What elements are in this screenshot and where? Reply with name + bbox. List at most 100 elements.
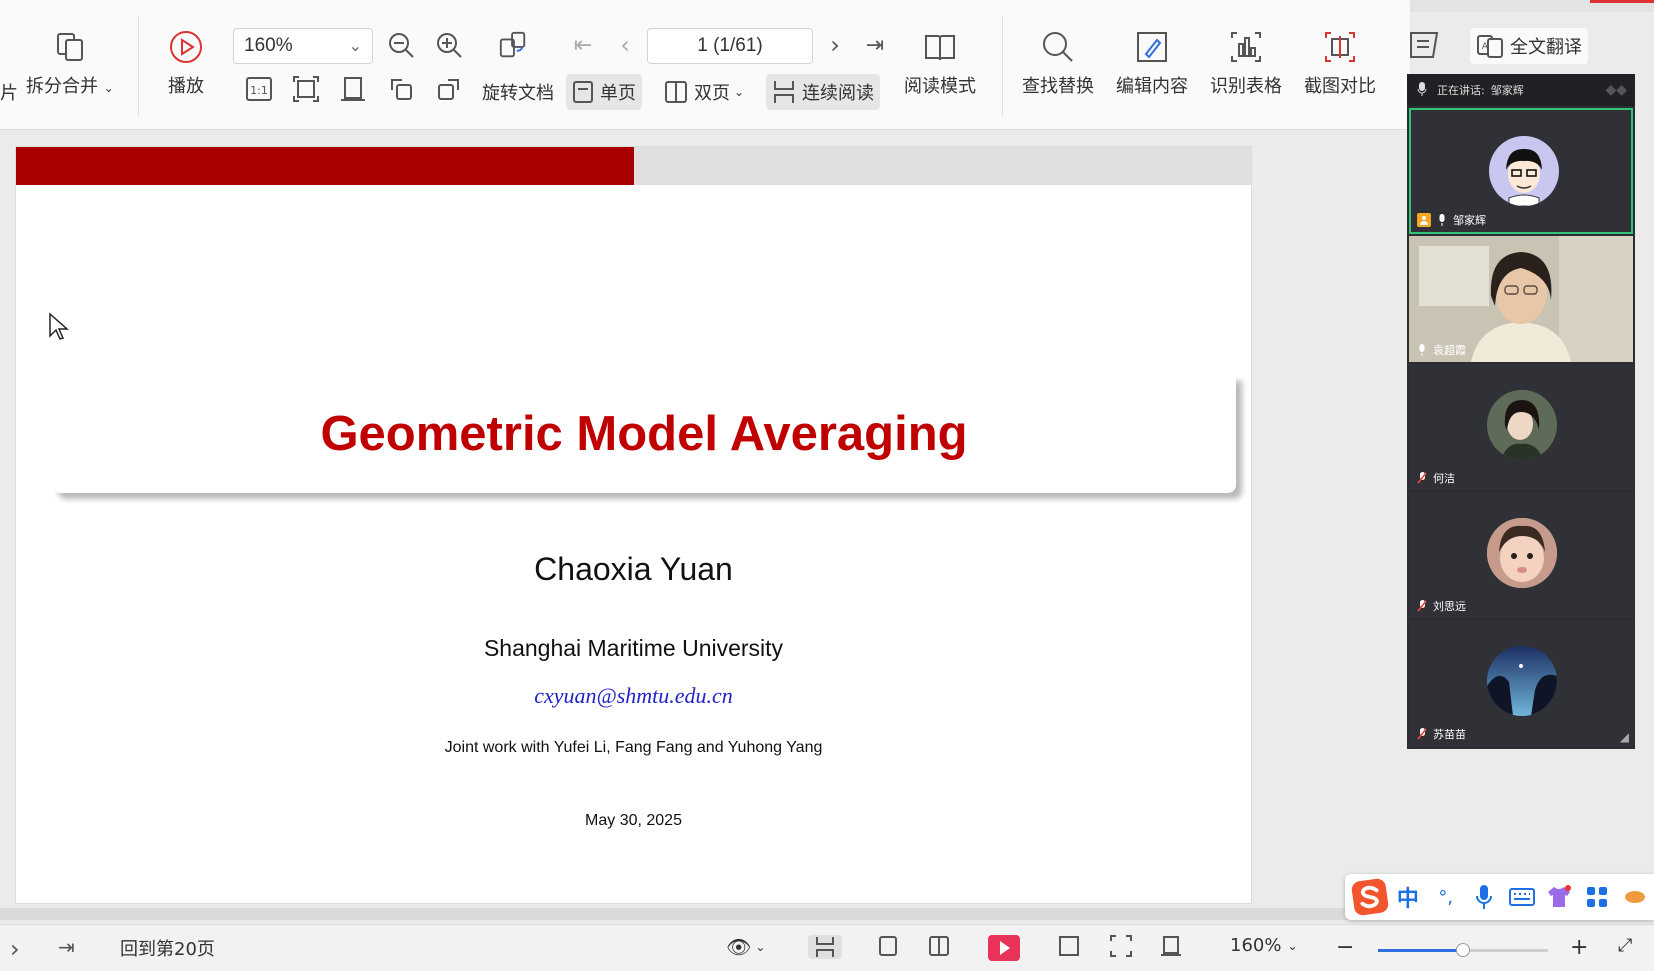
full-translate-button[interactable]: A 全文翻译: [1470, 28, 1588, 64]
sogou-logo-icon[interactable]: [1351, 877, 1389, 917]
participant-tile[interactable]: 苏苗苗 ◢: [1409, 620, 1633, 746]
microphone-icon: [1415, 343, 1429, 357]
zoom-in-button[interactable]: [434, 30, 464, 60]
page-number-input[interactable]: [647, 28, 813, 64]
ime-voice-button[interactable]: [1465, 877, 1503, 917]
goto-page-button[interactable]: 回到第20页: [120, 935, 215, 961]
fit-width-button[interactable]: [338, 74, 368, 104]
continuous-reading-button[interactable]: 连续阅读: [766, 74, 880, 110]
zoom-in-status-button[interactable]: +: [1570, 935, 1588, 960]
ime-mode-button[interactable]: 中: [1389, 877, 1427, 917]
panel-layout-icon[interactable]: ◆◆: [1605, 82, 1627, 98]
fullscreen-icon: ⤢: [1618, 935, 1633, 956]
continuous-reading-icon: [774, 81, 794, 103]
rotate-document-button[interactable]: 旋转文档: [470, 74, 560, 110]
actual-size-icon: [1059, 936, 1079, 956]
participant-tile[interactable]: 邹家辉: [1409, 108, 1633, 234]
ime-punct-label: °,: [1438, 886, 1454, 908]
first-page-icon: ⇤: [573, 32, 593, 58]
svg-text:A: A: [1482, 42, 1489, 52]
continuous-view-button[interactable]: [808, 935, 842, 959]
slide-affiliation: Shanghai Maritime University: [483, 635, 784, 661]
participant-name-tag: 何洁: [1415, 470, 1455, 486]
participant-name-tag: 刘思远: [1415, 598, 1466, 614]
chevron-down-icon: ⌄: [1287, 938, 1298, 953]
ime-keyboard-button[interactable]: [1503, 877, 1541, 917]
actual-size-status-button[interactable]: [1058, 935, 1080, 957]
single-view-button[interactable]: [878, 935, 898, 957]
translate-doc-button[interactable]: [1406, 30, 1444, 60]
fit-width-status-button[interactable]: [1160, 935, 1182, 957]
zoom-status-value: 160%: [1230, 935, 1282, 956]
chevron-right-icon: ›: [830, 31, 840, 59]
single-page-label: 单页: [600, 83, 636, 104]
last-page-button[interactable]: ⇥: [860, 30, 890, 60]
screenshot-compare-button[interactable]: 截图对比: [1304, 30, 1376, 98]
screenshot-compare-icon: [1323, 30, 1357, 64]
double-view-button[interactable]: [928, 935, 950, 957]
last-page-status-button[interactable]: ⇥: [58, 935, 75, 959]
translate-doc-icon: [1410, 32, 1439, 58]
participant-tile[interactable]: 何洁: [1409, 364, 1633, 490]
double-page-icon: [929, 936, 949, 956]
status-bar: › ⇥ 回到第20页 👁 ⌄ 160% ⌄ − + ⤢: [0, 924, 1654, 971]
first-page-button[interactable]: ⇤: [568, 30, 598, 60]
ime-skin-button[interactable]: [1540, 877, 1578, 917]
next-page-button[interactable]: ›: [820, 30, 850, 60]
keyboard-icon: [1508, 888, 1535, 906]
split-merge-label: 拆分合并: [26, 76, 98, 97]
recognize-table-button[interactable]: 识别表格: [1210, 30, 1282, 98]
chevron-left-icon: ‹: [620, 31, 630, 59]
edit-content-button[interactable]: 编辑内容: [1116, 30, 1188, 98]
chevron-down-icon: ⌄: [734, 85, 745, 99]
ime-extra-button[interactable]: [1616, 877, 1654, 917]
ime-toolbox-button[interactable]: [1578, 877, 1616, 917]
zoom-out-status-button[interactable]: −: [1336, 935, 1354, 960]
reading-mode-button[interactable]: 阅读模式: [904, 30, 976, 98]
continuous-reading-icon: [816, 937, 834, 957]
mouse-cursor-icon: [49, 312, 69, 340]
reading-mode-label: 阅读模式: [904, 76, 976, 97]
fit-page-button[interactable]: [291, 74, 321, 104]
zoom-select[interactable]: 160% ⌄: [233, 28, 373, 64]
microphone-icon: [1417, 81, 1427, 99]
actual-size-button[interactable]: 1:1: [244, 74, 274, 104]
close-indicator: [1590, 0, 1654, 3]
find-replace-button[interactable]: 查找替换: [1022, 30, 1094, 98]
slide-email: cxyuan@shmtu.edu.cn: [534, 683, 733, 708]
microphone-icon: [1435, 213, 1449, 227]
double-page-button[interactable]: 双页 ⌄: [658, 74, 750, 110]
fit-page-status-button[interactable]: [1110, 935, 1132, 957]
host-icon: [1417, 213, 1431, 227]
participant-avatar: [1487, 390, 1557, 460]
double-page-label: 双页: [694, 83, 730, 104]
rotate-document-top-button[interactable]: [498, 30, 528, 60]
play-button[interactable]: 播放: [168, 30, 204, 98]
zoom-slider[interactable]: [1378, 943, 1548, 957]
rotate-right-button[interactable]: [434, 74, 464, 104]
participant-avatar: [1487, 646, 1557, 716]
rotate-left-icon: [391, 79, 412, 100]
participant-name-tag: 苏苗苗: [1415, 726, 1466, 742]
fullscreen-button[interactable]: ⤢: [1618, 935, 1632, 956]
next-page-status-button[interactable]: ›: [10, 935, 20, 963]
single-page-button[interactable]: 单页: [566, 74, 642, 110]
participant-name-tag: 袁超霞: [1415, 342, 1466, 358]
rotate-left-button[interactable]: [386, 74, 416, 104]
split-merge-button[interactable]: 拆分合并 ⌄: [26, 30, 114, 98]
chevron-down-icon: ⌄: [755, 940, 766, 954]
zoom-status-select[interactable]: 160% ⌄: [1230, 935, 1298, 956]
play-status-button[interactable]: [988, 935, 1020, 961]
left-cut-button[interactable]: 片: [0, 74, 24, 110]
participant-name-tag: 邹家辉: [1417, 212, 1486, 228]
ime-punct-button[interactable]: °,: [1427, 877, 1465, 917]
prev-page-button[interactable]: ‹: [610, 30, 640, 60]
participant-tile[interactable]: 袁超霞: [1409, 236, 1633, 362]
eye-protect-button[interactable]: 👁 ⌄: [726, 935, 765, 959]
participant-tile[interactable]: 刘思远: [1409, 492, 1633, 618]
video-panel: 正在讲话: 邹家辉 ◆◆ 邹家辉 袁超霞 何洁 刘思远 苏苗苗 ◢: [1407, 74, 1635, 749]
zoom-out-button[interactable]: [386, 30, 416, 60]
microphone-muted-icon: [1415, 599, 1429, 613]
zoom-slider-knob[interactable]: [1456, 943, 1470, 957]
resize-handle-icon[interactable]: ◢: [1620, 730, 1629, 744]
